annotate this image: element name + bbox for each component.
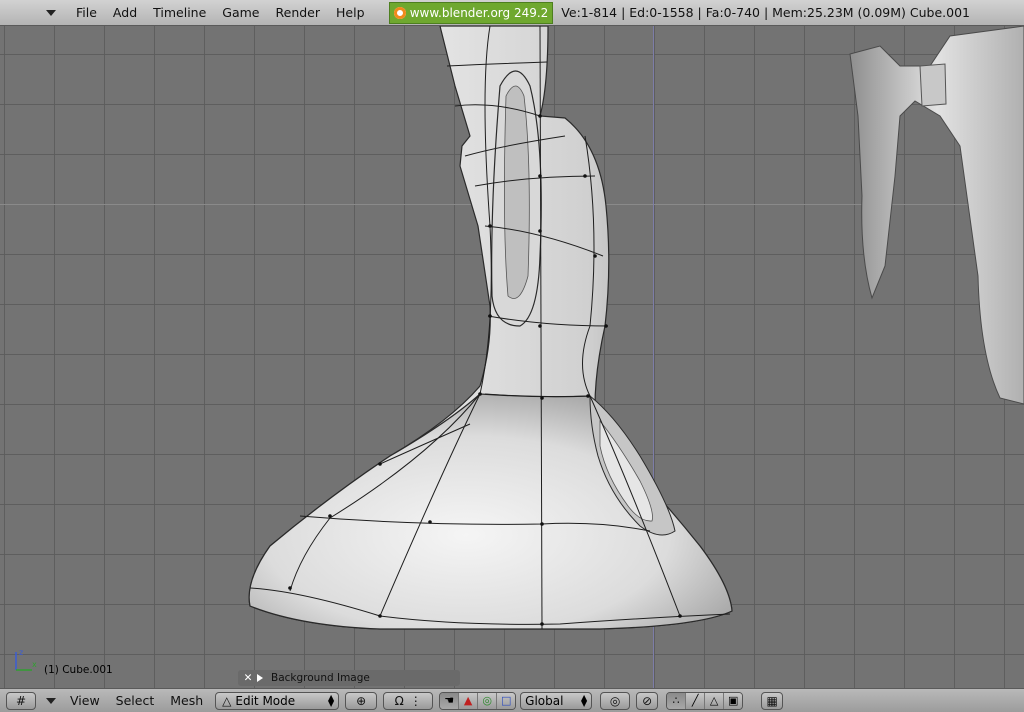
proportional-edit-button[interactable]: ◎ — [600, 691, 631, 710]
select-arrows-icon: ▲ ▼ — [328, 692, 335, 708]
window-type-dropdown[interactable] — [46, 9, 56, 16]
mesh-scene — [248, 26, 1024, 630]
hand-icon[interactable]: ☚ — [440, 692, 460, 709]
translate-manipulator-icon[interactable]: □ — [497, 692, 516, 709]
menu-game[interactable]: Game — [214, 0, 267, 26]
menu-file[interactable]: File — [68, 0, 105, 26]
select-arrows-icon: ▲ ▼ — [581, 692, 588, 708]
gizmo-z-label: z — [19, 648, 23, 657]
active-object-label: (1) Cube.001 — [44, 664, 113, 676]
pivot-select[interactable]: ⊕ — [345, 691, 378, 710]
render-icon: ▦ — [766, 693, 778, 708]
orientation-select[interactable]: Global ▲ ▼ — [520, 691, 593, 710]
orientation-label: Global — [525, 693, 564, 708]
rotate-manipulator-icon[interactable]: ▲ — [459, 692, 479, 709]
editor-type-button[interactable]: # — [6, 691, 36, 710]
menu-render[interactable]: Render — [268, 0, 329, 26]
grid-icon: # — [15, 693, 27, 708]
vertex-select-icon[interactable]: ∴ — [667, 692, 687, 709]
side-object — [849, 26, 1024, 405]
magnet-icon: Ω — [394, 693, 404, 708]
pivot-icon: ⊕ — [356, 693, 367, 708]
close-icon[interactable]: ✕ — [241, 672, 255, 684]
background-image-panel[interactable]: ✕ Background Image — [238, 670, 460, 686]
main-mesh — [248, 26, 733, 630]
mode-label: Edit Mode — [235, 693, 296, 708]
edit-mode-icon: △ — [222, 693, 232, 708]
cube-icon[interactable]: ▣ — [724, 692, 743, 709]
menu-mesh[interactable]: Mesh — [162, 693, 211, 708]
background-panel-label: Background Image — [271, 672, 370, 684]
menu-add[interactable]: Add — [105, 0, 145, 26]
occlude-button[interactable]: ⊘ — [636, 691, 659, 710]
edge-select-icon[interactable]: ╱ — [686, 692, 706, 709]
blender-logo-icon — [393, 6, 406, 19]
menu-help[interactable]: Help — [328, 0, 373, 26]
top-menu-bar: File Add Timeline Game Render Help www.b… — [0, 0, 1024, 26]
snap-icon: ⋮ — [409, 693, 422, 708]
occlude-icon: ⊘ — [642, 693, 653, 708]
proportional-icon: ◎ — [609, 693, 621, 708]
url-text: www.blender.org 249.2 — [409, 5, 549, 20]
menu-select[interactable]: Select — [108, 693, 163, 708]
menu-timeline[interactable]: Timeline — [145, 0, 214, 26]
render-preview-button[interactable]: ▦ — [761, 691, 784, 710]
viewport-header: # View Select Mesh △ Edit Mode ▲ ▼ ⊕ Ω ⋮ … — [0, 688, 1024, 712]
select-mode-group: ∴ ╱ △ ▣ — [666, 691, 744, 710]
mode-select[interactable]: △ Edit Mode ▲ ▼ — [215, 691, 340, 710]
blender-window: File Add Timeline Game Render Help www.b… — [0, 0, 1024, 712]
expand-triangle-icon[interactable] — [257, 674, 263, 682]
axis-gizmo-icon: z x — [15, 648, 37, 671]
scene-stats: Ve:1-814 | Ed:0-1558 | Fa:0-740 | Mem:25… — [561, 5, 970, 20]
3d-viewport[interactable]: z x (1) Cube.001 ✕ Background Image — [0, 26, 1024, 688]
manipulator-group: ☚ ▲ ◎ □ — [439, 691, 517, 710]
blender-url-badge[interactable]: www.blender.org 249.2 — [388, 1, 554, 24]
header-collapse-triangle[interactable] — [46, 697, 56, 704]
gizmo-x-label: x — [32, 660, 37, 669]
snap-toggle[interactable]: Ω ⋮ — [383, 691, 434, 710]
scale-manipulator-icon[interactable]: ◎ — [478, 692, 498, 709]
menu-view[interactable]: View — [62, 693, 108, 708]
face-select-icon[interactable]: △ — [705, 692, 725, 709]
